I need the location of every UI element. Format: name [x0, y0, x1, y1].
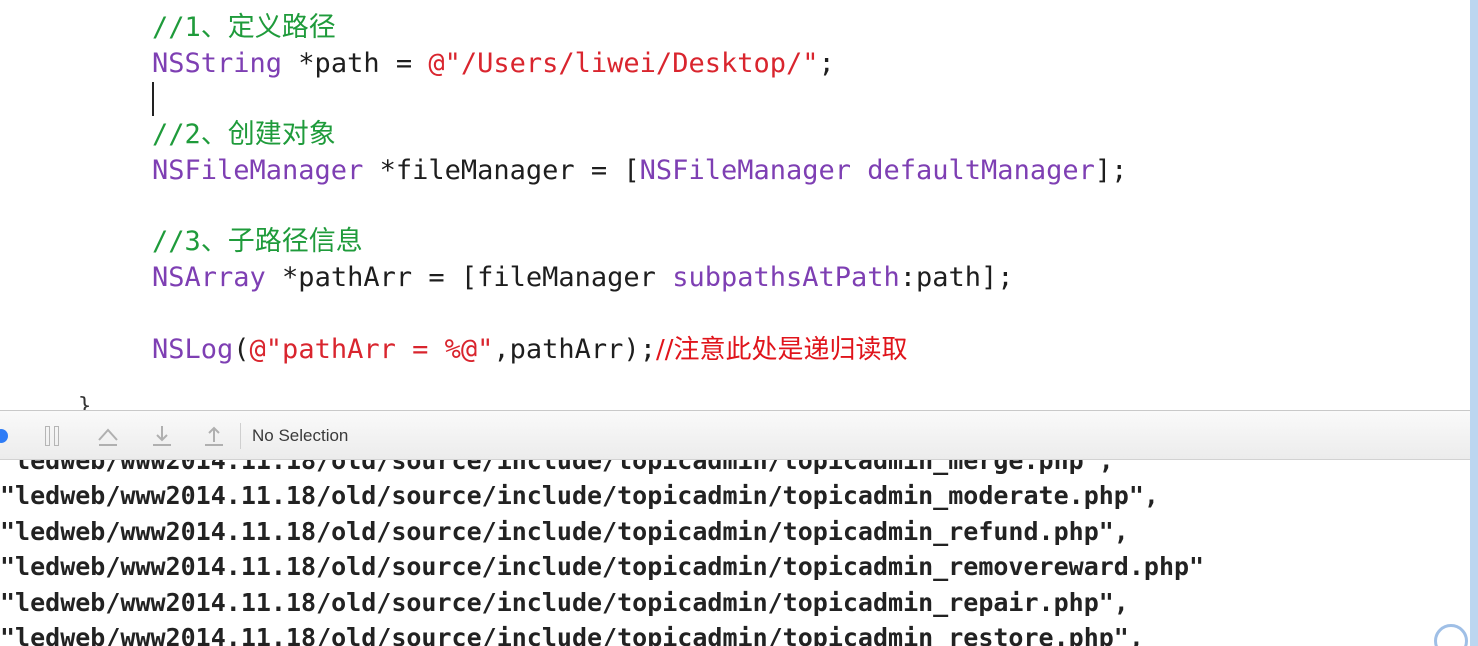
code-editor[interactable]: //1、定义路径 NSString *path = @"/Users/liwei…: [0, 0, 1478, 410]
console-line: "ledweb/www2014.11.18/old/source/include…: [0, 552, 1205, 581]
breakpoints-toggle-icon[interactable]: [0, 429, 8, 443]
code-line-comment-1[interactable]: //1、定义路径: [152, 12, 336, 44]
code-token: @"/Users/liwei/Desktop/": [428, 48, 819, 79]
code-token: NSFileManager: [639, 155, 851, 186]
code-line-comment-3[interactable]: //3、子路径信息: [152, 226, 363, 258]
stack-frame-selector[interactable]: No Selection: [252, 426, 348, 446]
code-token: (: [233, 334, 250, 365]
console-line: "ledweb/www2014.11.18/old/source/include…: [0, 460, 1114, 475]
step-into-button[interactable]: [148, 423, 176, 449]
console-line: "ledweb/www2014.11.18/old/source/include…: [0, 517, 1129, 546]
console-line: "ledweb/www2014.11.18/old/source/include…: [0, 588, 1129, 617]
step-into-icon: [153, 426, 171, 446]
code-token: *path =: [282, 48, 429, 79]
code-token: ,pathArr);: [493, 334, 656, 365]
step-out-icon: [205, 426, 223, 446]
code-line-path-declaration[interactable]: NSString *path = @"/Users/liwei/Desktop/…: [152, 48, 835, 80]
console-line: "ledweb/www2014.11.18/old/source/include…: [0, 623, 1144, 646]
debug-bar: No Selection: [0, 410, 1478, 460]
text-cursor: [152, 82, 154, 116]
code-token: 创建对象: [227, 119, 336, 150]
code-token: NSString: [152, 48, 283, 79]
code-token: //3、: [152, 226, 228, 257]
code-token: //2、: [152, 119, 228, 150]
toolbar-divider: [240, 423, 241, 449]
console-output[interactable]: "ledweb/www2014.11.18/old/source/include…: [0, 460, 1478, 646]
code-token: //注意此处是递归读取: [655, 335, 908, 365]
code-token: //1、: [152, 12, 228, 43]
code-token: NSArray: [152, 262, 266, 293]
code-token: 子路径信息: [227, 226, 363, 257]
code-token: *pathArr = [fileManager: [265, 262, 673, 293]
closing-brace: }: [78, 394, 92, 410]
code-token: :path];: [899, 262, 1014, 293]
code-token: ;: [818, 48, 835, 79]
console-line: "ledweb/www2014.11.18/old/source/include…: [0, 481, 1159, 510]
code-token: NSLog: [152, 334, 234, 365]
code-token: defaultManager: [867, 155, 1095, 186]
code-token: *fileManager = [: [363, 155, 640, 186]
code-token: subpathsAtPath: [672, 262, 900, 293]
code-token: ];: [1094, 155, 1128, 186]
pause-icon: [45, 426, 50, 446]
code-token: NSFileManager: [152, 155, 364, 186]
step-over-icon: [98, 428, 118, 446]
vertical-scrollbar[interactable]: [1470, 0, 1478, 646]
code-line-comment-2[interactable]: //2、创建对象: [152, 119, 336, 151]
code-line-patharr-declaration[interactable]: NSArray *pathArr = [fileManager subpaths…: [152, 262, 1014, 294]
step-out-button[interactable]: [200, 423, 228, 449]
pause-icon-bar: [54, 426, 59, 446]
code-line-nslog[interactable]: NSLog(@"pathArr = %@",pathArr);//注意此处是递归…: [152, 334, 907, 366]
pause-button[interactable]: [40, 423, 64, 449]
code-token: 定义路径: [227, 12, 336, 43]
code-line-filemanager-declaration[interactable]: NSFileManager *fileManager = [NSFileMana…: [152, 155, 1127, 187]
step-over-button[interactable]: [94, 423, 122, 449]
code-token: @"pathArr = %@": [249, 334, 494, 365]
